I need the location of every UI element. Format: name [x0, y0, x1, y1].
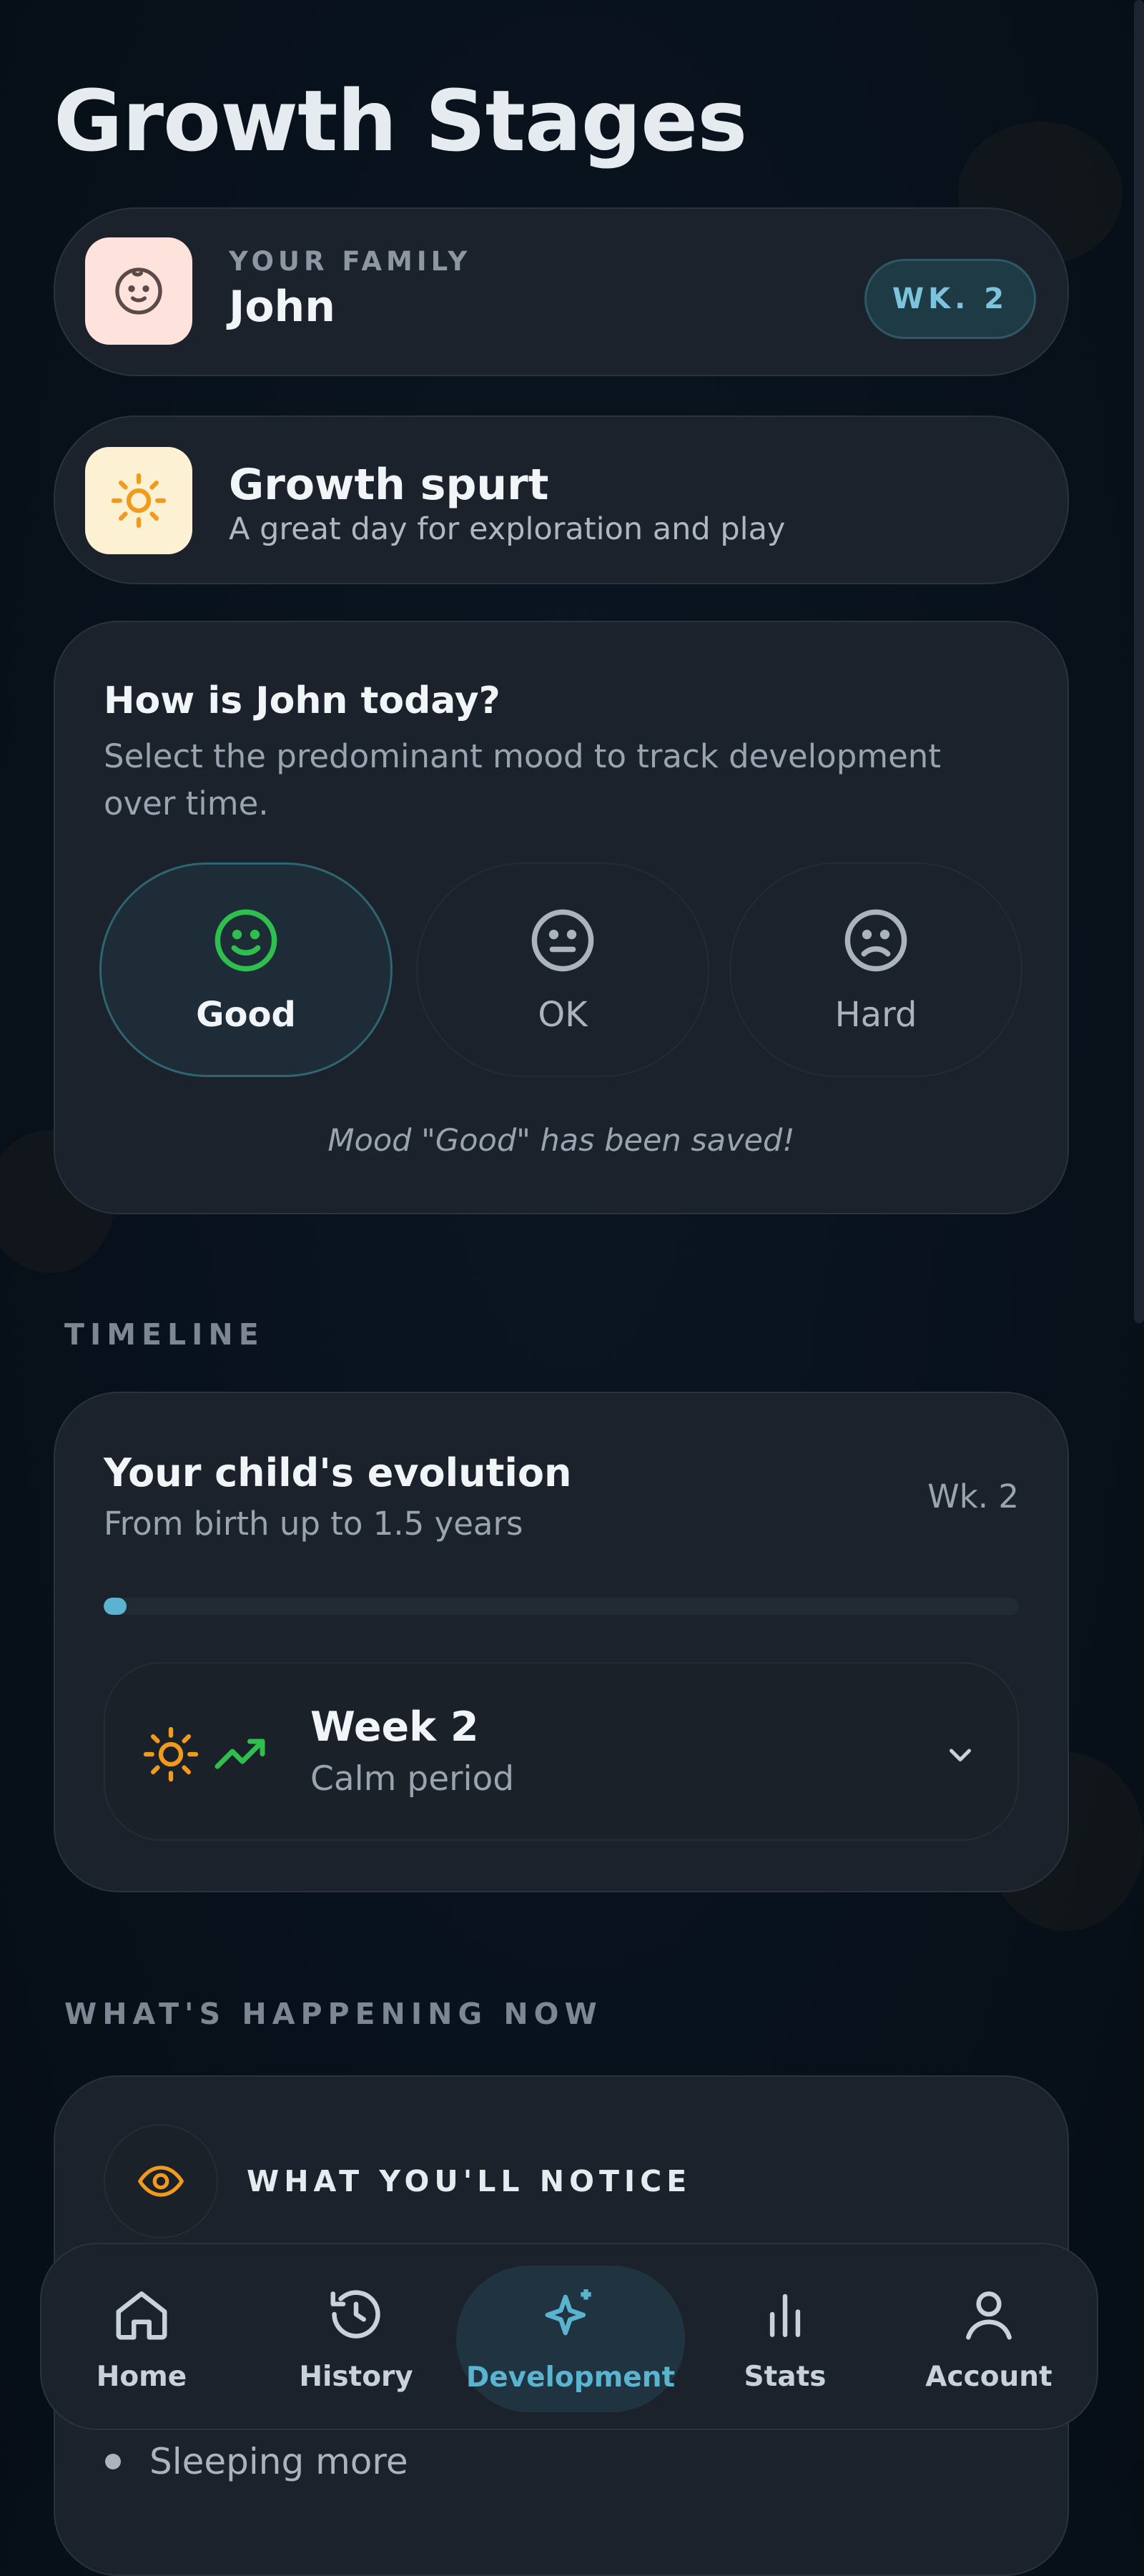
timeline-subtitle: From birth up to 1.5 years	[104, 1505, 523, 1543]
mood-option-label: Hard	[834, 995, 917, 1035]
baby-face-icon	[85, 237, 192, 345]
chevron-down-icon[interactable]	[939, 1733, 982, 1779]
happening-section-label: WHAT'S HAPPENING NOW	[64, 1997, 603, 2031]
sun-icon	[85, 447, 192, 554]
timeline-week: Wk. 2	[927, 1478, 1019, 1515]
list-item-text: Sleeping more	[149, 2441, 408, 2482]
timeline-title: Your child's evolution	[104, 1450, 572, 1495]
family-card[interactable]: YOUR FAMILY John WK. 2	[54, 207, 1069, 376]
mood-option-ok[interactable]: OK	[416, 862, 709, 1077]
nav-stats[interactable]: Stats	[714, 2244, 857, 2432]
week-row-subtitle: Calm period	[310, 1759, 515, 1799]
home-icon	[111, 2284, 172, 2348]
history-icon	[325, 2284, 387, 2348]
week-accordion[interactable]: Week 2 Calm period	[104, 1662, 1019, 1841]
mood-option-hard[interactable]: Hard	[729, 862, 1022, 1077]
timeline-card: Your child's evolution From birth up to …	[54, 1392, 1069, 1892]
list-item: Sleeping more	[105, 2441, 408, 2482]
timeline-progress-fill	[104, 1598, 127, 1615]
mood-option-good[interactable]: Good	[99, 862, 393, 1077]
sun-icon	[141, 1724, 201, 1787]
mood-option-label: OK	[538, 995, 588, 1035]
growth-spurt-subtitle: A great day for exploration and play	[229, 511, 786, 547]
growth-spurt-card[interactable]: Growth spurt A great day for exploration…	[54, 416, 1069, 584]
mood-title: How is John today?	[104, 679, 500, 722]
nav-label: Home	[96, 2360, 187, 2393]
family-kicker: YOUR FAMILY	[229, 246, 472, 277]
nav-label: History	[299, 2360, 413, 2393]
smile-icon	[210, 905, 282, 979]
timeline-section-label: TIMELINE	[64, 1317, 265, 1352]
mood-option-label: Good	[196, 995, 296, 1035]
frown-icon	[840, 905, 912, 979]
nav-development[interactable]: Development	[456, 2266, 685, 2412]
notice-title: WHAT YOU'LL NOTICE	[247, 2164, 692, 2198]
nav-home[interactable]: Home	[70, 2244, 213, 2432]
scrollbar[interactable]	[1134, 0, 1144, 1323]
mood-saved-message: Mood "Good" has been saved!	[327, 1123, 795, 1159]
nav-label: Stats	[744, 2360, 827, 2393]
mood-description: Select the predominant mood to track dev…	[104, 737, 941, 822]
sparkle-icon	[540, 2284, 601, 2349]
nav-label: Development	[465, 2361, 676, 2394]
bar-chart-icon	[754, 2284, 816, 2348]
nav-label: Account	[925, 2360, 1052, 2393]
family-name: John	[229, 282, 335, 332]
week-badge: WK. 2	[864, 259, 1036, 339]
page-title: Growth Stages	[54, 72, 747, 170]
nav-account[interactable]: Account	[910, 2244, 1067, 2432]
bottom-navigation: Home History Development Stats Account	[40, 2243, 1098, 2430]
mood-card: How is John today? Select the predominan…	[54, 621, 1069, 1214]
week-row-title: Week 2	[310, 1704, 479, 1751]
trend-up-icon	[212, 1726, 272, 1789]
nav-history[interactable]: History	[277, 2244, 435, 2432]
eye-icon	[104, 2124, 218, 2238]
neutral-face-icon	[527, 905, 598, 979]
bullet-dot	[105, 2454, 121, 2469]
timeline-progress-bar	[104, 1598, 1019, 1615]
growth-spurt-title: Growth spurt	[229, 460, 549, 510]
user-icon	[958, 2284, 1020, 2348]
